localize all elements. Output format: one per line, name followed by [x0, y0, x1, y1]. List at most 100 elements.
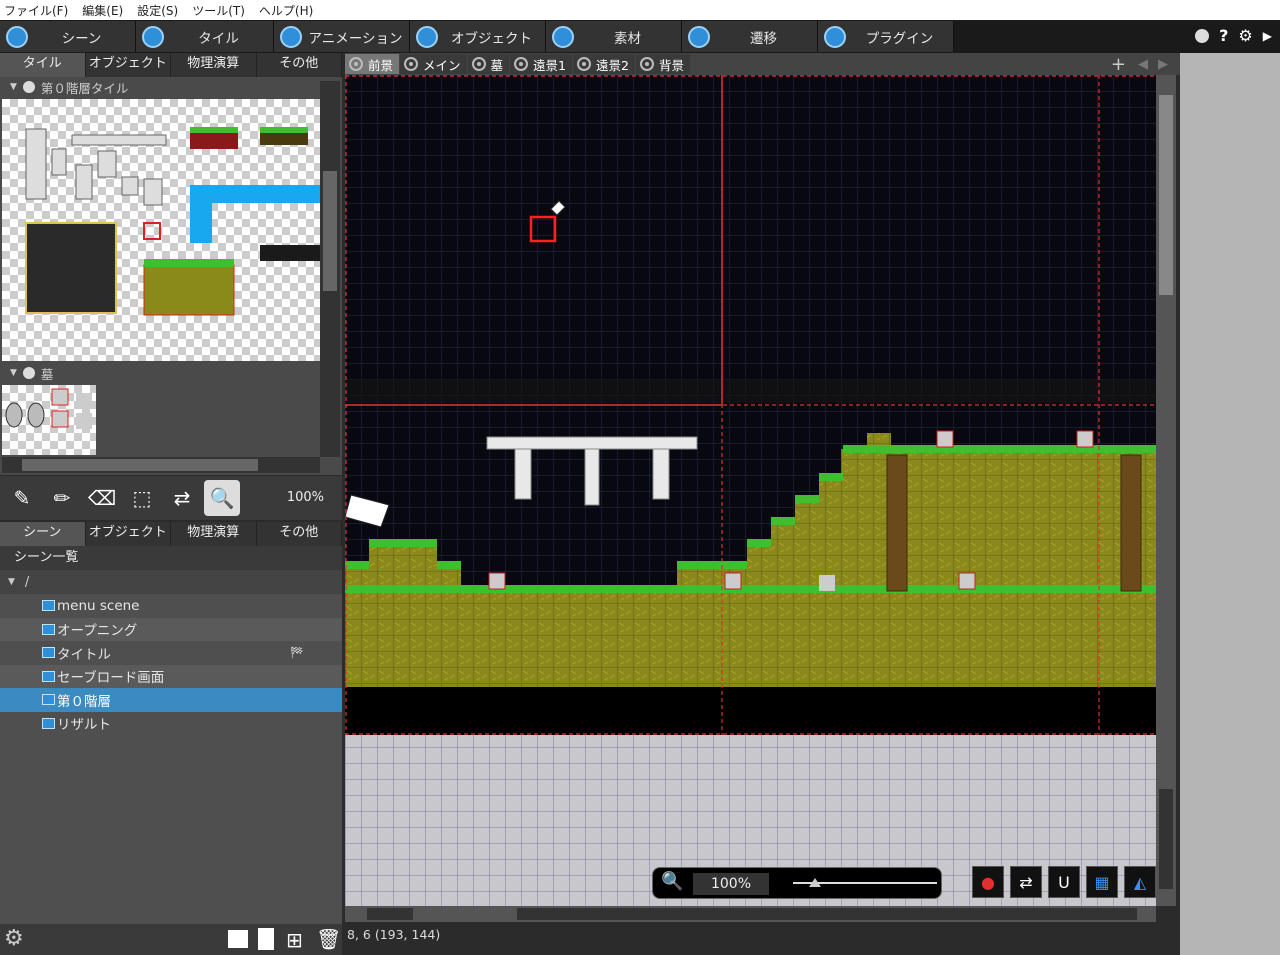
grave-graphics	[5, 388, 92, 429]
eye-icon[interactable]	[471, 57, 486, 71]
scene-panel-tabs: シーン オブジェクト 物理演算 その他	[0, 522, 342, 546]
scene-panel-footer: ⚙ ⊞ 🗑	[0, 924, 342, 955]
scene-item[interactable]: タイトル 🏁	[0, 641, 342, 665]
tab-objects[interactable]: オブジェクト	[86, 522, 171, 546]
canvas-hscrollbar[interactable]	[345, 906, 1156, 922]
scene-item[interactable]: menu scene	[0, 594, 342, 618]
menu-help[interactable]: ヘルプ(H)	[259, 2, 313, 19]
tile-palette-vscrollbar[interactable]	[320, 81, 340, 457]
scene-label: オープニング	[57, 623, 138, 640]
palette-icon[interactable]	[1195, 28, 1210, 43]
collapse-arrow-icon: ▼	[10, 368, 17, 378]
tab-physics[interactable]: 物理演算	[171, 53, 257, 77]
tab-tiles[interactable]: タイル	[0, 53, 86, 77]
transition-edit-icon[interactable]: ⇄	[164, 480, 200, 516]
zoom-slider-thumb[interactable]	[809, 878, 821, 887]
scene-canvas[interactable]	[345, 75, 1156, 906]
pencil-tool-icon[interactable]: ✏	[44, 480, 80, 516]
grave-tileset-preview[interactable]	[2, 385, 96, 455]
gear-icon[interactable]: ⚙	[1238, 26, 1252, 45]
layer-tab-distant1[interactable]: 遠景1	[510, 54, 572, 74]
animation-icon	[280, 25, 302, 48]
tab-physics[interactable]: 物理演算	[171, 522, 257, 546]
tile-group-title: 第０階層タイル	[40, 80, 129, 96]
tileset-preview[interactable]	[2, 99, 320, 361]
tab-other[interactable]: その他	[257, 53, 342, 77]
grid-toggle-icon[interactable]: ▦	[1086, 866, 1118, 898]
tab-object[interactable]: オブジェクト	[410, 21, 546, 52]
tile-icon	[142, 25, 164, 48]
zoom-tool-icon[interactable]: 🔍	[204, 480, 240, 516]
folder-label: /	[24, 574, 30, 590]
tab-scenes[interactable]: シーン	[0, 522, 86, 546]
layer-next-icon[interactable]: ▶	[1158, 57, 1168, 72]
canvas-vscrollbar[interactable]	[1156, 75, 1176, 906]
tile-palette-hscrollbar[interactable]	[2, 457, 320, 473]
scene-label: menu scene	[57, 597, 140, 614]
delete-trash-icon[interactable]: 🗑	[316, 927, 341, 951]
tab-tile[interactable]: タイル	[136, 21, 274, 52]
menu-settings[interactable]: 設定(S)	[137, 2, 178, 19]
collision-view-icon[interactable]: ◭	[1124, 866, 1156, 898]
scene-icon	[42, 670, 55, 682]
tile-palette-panel: ▼ 第０階層タイル ▼ 墓	[0, 77, 342, 475]
object-icon	[416, 25, 438, 48]
scene-icon	[42, 600, 55, 612]
layer-tab-distant2[interactable]: 遠景2	[573, 54, 635, 74]
layer-tab-main[interactable]: メイン	[400, 54, 467, 74]
menu-bar: ファイル(F) 編集(E) 設定(S) ツール(T) ヘルプ(H)	[0, 0, 1280, 20]
eye-icon[interactable]	[349, 57, 363, 71]
scene-list-header: シーン一覧	[0, 546, 342, 570]
scene-item-selected[interactable]: 第０階層	[0, 688, 342, 712]
tab-animation[interactable]: アニメーション	[274, 21, 410, 52]
eye-icon[interactable]	[639, 57, 654, 71]
layer-tab-grave[interactable]: 墓	[467, 54, 510, 74]
menu-edit[interactable]: 編集(E)	[82, 2, 123, 19]
start-flag-icon: 🏁	[290, 646, 304, 660]
new-folder-icon[interactable]: ⊞	[286, 928, 303, 952]
tab-other[interactable]: その他	[257, 522, 342, 546]
canvas-zoom-input[interactable]: 100%	[693, 873, 769, 895]
paint-brush-icon[interactable]: ●	[972, 866, 1004, 898]
add-layer-icon[interactable]: +	[1111, 54, 1126, 75]
scene-label: タイトル	[57, 646, 111, 663]
scene-item[interactable]: セーブロード画面	[0, 664, 342, 688]
tile-group-header[interactable]: ▼ 墓	[0, 363, 53, 383]
tile-zoom-value[interactable]: 100%	[287, 490, 324, 505]
transition-toggle-icon[interactable]: ⇄	[1010, 866, 1042, 898]
scene-icon	[42, 694, 55, 706]
tile-panel-tabs: タイル オブジェクト 物理演算 その他	[0, 53, 342, 77]
layer-tab-background[interactable]: 背景	[635, 54, 690, 74]
help-icon[interactable]: ?	[1219, 26, 1228, 45]
eye-icon[interactable]	[404, 57, 419, 71]
new-scene-icon[interactable]	[228, 930, 248, 948]
scene-item[interactable]: オープニング	[0, 617, 342, 641]
select-rect-icon[interactable]: ⬚	[124, 480, 160, 516]
menu-tools[interactable]: ツール(T)	[192, 2, 245, 19]
tile-group-header[interactable]: ▼ 第０階層タイル	[0, 77, 342, 97]
play-icon[interactable]: ▶	[1263, 29, 1272, 43]
tab-objects[interactable]: オブジェクト	[86, 53, 171, 77]
tile-group-title: 墓	[40, 366, 54, 382]
tab-plugin[interactable]: プラグイン	[818, 21, 954, 52]
eye-icon[interactable]	[577, 57, 591, 71]
magnet-icon[interactable]: U	[1048, 866, 1080, 898]
main-tab-bar: シーン タイル アニメーション オブジェクト 素材 遷移 プラグイン ? ⚙ ▶	[0, 20, 1280, 53]
settings-gear-icon[interactable]: ⚙	[4, 926, 24, 951]
layer-tab-foreground[interactable]: 前景	[345, 54, 400, 74]
menu-file[interactable]: ファイル(F)	[4, 2, 68, 19]
tab-material[interactable]: 素材	[546, 21, 682, 52]
tab-scene[interactable]: シーン	[0, 21, 136, 52]
scene-icon	[6, 25, 28, 48]
scene-folder-root[interactable]: ▼ /	[0, 570, 342, 594]
tab-transition[interactable]: 遷移	[682, 21, 818, 52]
eraser-icon[interactable]: ⌫	[84, 480, 120, 516]
canvas-tool-icons: ● ⇄ U ▦ ◭	[972, 866, 1156, 898]
scene-item[interactable]: リザルト	[0, 712, 342, 736]
layer-prev-icon[interactable]: ◀	[1138, 57, 1148, 72]
new-page-icon[interactable]	[258, 928, 274, 950]
pen-tool-icon[interactable]: ✎	[4, 480, 40, 516]
layer-tab-bar: 前景 メイン 墓 遠景1 遠景2 背景 + ◀ ▶	[345, 53, 1180, 75]
eye-icon[interactable]	[514, 57, 529, 71]
layer-icon	[22, 81, 35, 93]
